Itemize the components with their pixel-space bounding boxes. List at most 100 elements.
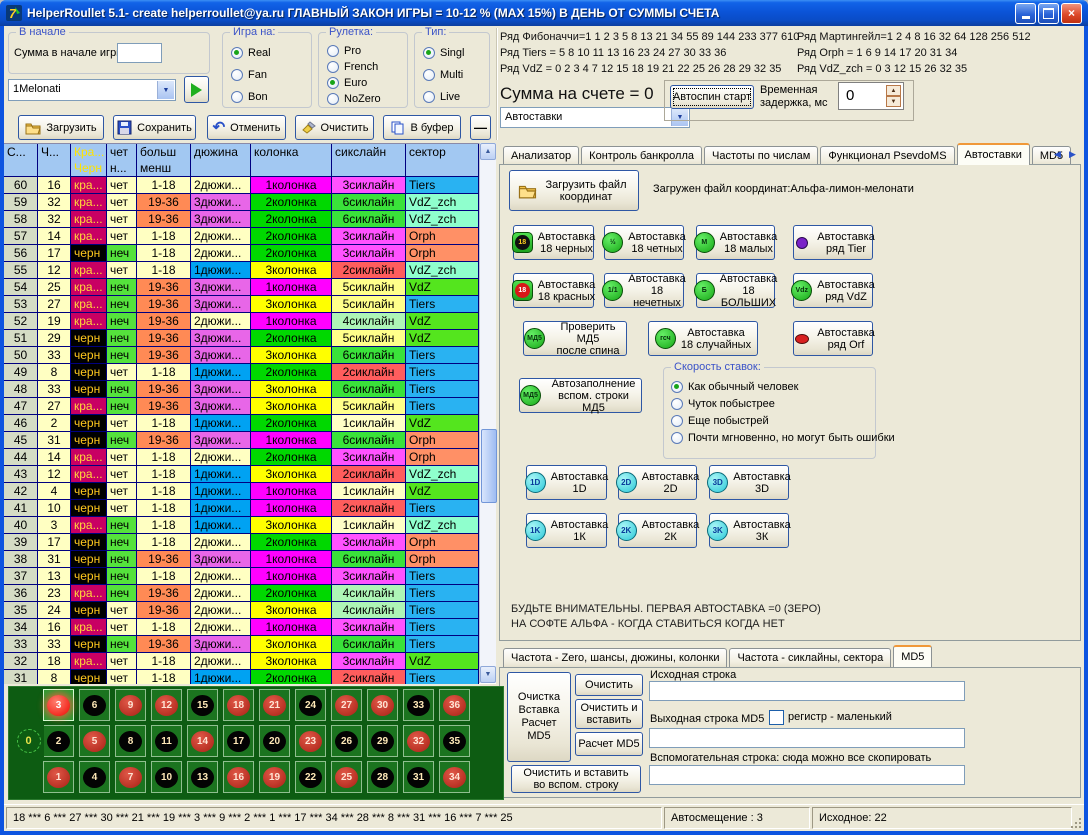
history-row[interactable]: 3333черннеч19-363дюжи...3колонка6сиклайн… (4, 636, 479, 653)
roulette-cell-34[interactable]: 34 (439, 761, 470, 793)
register-checkbox[interactable] (769, 710, 784, 725)
save-button[interactable]: Сохранить (113, 115, 196, 140)
roulette-cell-4[interactable]: 4 (79, 761, 110, 793)
radio-fan[interactable]: Fan (231, 68, 271, 82)
button-автозаполнение-вспом.-строки-мд5[interactable]: МД5Автозаполнениевспом. строки МД5 (519, 378, 642, 413)
resize-grip[interactable] (1070, 817, 1083, 830)
radio-почти-мгновенно,-но-могут-быть-ошибки[interactable]: Почти мгновенно, но могут быть ошибки (671, 431, 895, 445)
radio-nozero[interactable]: NoZero (327, 92, 381, 106)
radio-euro[interactable]: Euro (327, 76, 381, 90)
title-bar[interactable]: 7 HelperRoullet 5.1- create helperroulle… (0, 0, 1088, 26)
load-button[interactable]: Загрузить (18, 115, 104, 140)
button-автоставка-ряд-tier[interactable]: Автоставкаряд Tier (793, 225, 873, 260)
radio-live[interactable]: Live (423, 90, 464, 104)
autobets-combobox[interactable]: Автоставки ▼ (500, 107, 690, 128)
roulette-cell-8[interactable]: 8 (115, 725, 146, 757)
history-row[interactable]: 318чернчет1-181дюжи...2колонка2сиклайнTi… (4, 670, 479, 684)
radio-real[interactable]: Real (231, 46, 271, 60)
history-row[interactable]: 3524чернчет19-362дюжи...3колонка4сиклайн… (4, 602, 479, 619)
roulette-cell-30[interactable]: 30 (367, 689, 398, 721)
roulette-cell-28[interactable]: 28 (367, 761, 398, 793)
history-row[interactable]: 5327кра...неч19-363дюжи...3колонка5сикла… (4, 296, 479, 313)
tab-частота---сиклайны,-сектора[interactable]: Частота - сиклайны, сектора (729, 648, 891, 667)
history-row[interactable]: 3416кра...чет1-182дюжи...1колонка3сиклай… (4, 619, 479, 636)
md5-big-button[interactable]: Очистка Вставка Расчет MD5 (507, 672, 571, 762)
roulette-cell-27[interactable]: 27 (331, 689, 362, 721)
roulette-cell-23[interactable]: 23 (295, 725, 326, 757)
roulette-cell-16[interactable]: 16 (223, 761, 254, 793)
history-row[interactable]: 6016кра...чет1-182дюжи...1колонка3сиклай… (4, 177, 479, 194)
history-row[interactable]: 5617черннеч1-182дюжи...2колонка3сиклайнO… (4, 245, 479, 262)
roulette-cell-25[interactable]: 25 (331, 761, 362, 793)
history-row[interactable]: 4833черннеч19-363дюжи...3колонка6сиклайн… (4, 381, 479, 398)
history-row[interactable]: 462чернчет1-181дюжи...2колонка1сиклайнVd… (4, 415, 479, 432)
spin-down-icon[interactable]: ▼ (886, 96, 901, 107)
roulette-cell-31[interactable]: 31 (403, 761, 434, 793)
radio-bon[interactable]: Bon (231, 90, 271, 104)
scroll-up-icon[interactable]: ▲ (480, 143, 496, 160)
roulette-cell-29[interactable]: 29 (367, 725, 398, 757)
button-автоставка-3к[interactable]: 3KАвтоставка3К (709, 513, 789, 548)
delay-spinner[interactable]: 0 ▲ ▼ (838, 82, 904, 110)
clear-button[interactable]: Очистить (295, 115, 374, 140)
tab-функционал-psevdoms[interactable]: Функционал PsevdoMS (820, 146, 954, 165)
md5-clear-paste-button[interactable]: Очистить и вставить (575, 699, 643, 729)
md5-clear-paste-aux-button[interactable]: Очистить и вставить во вспом. строку (511, 765, 641, 793)
close-button[interactable]: × (1061, 3, 1082, 24)
roulette-cell-36[interactable]: 36 (439, 689, 470, 721)
button-автоставка-ряд-orf[interactable]: Автоставкаряд Orf (793, 321, 873, 356)
button-автоставка-18-случайных[interactable]: гсчАвтоставка18 случайных (648, 321, 758, 356)
roulette-cell-3[interactable]: 3 (43, 689, 74, 721)
button-автоставка-2к[interactable]: 2KАвтоставка2К (618, 513, 697, 548)
md5-calc-button[interactable]: Расчет MD5 (575, 732, 643, 756)
history-row[interactable]: 4727кра...неч19-363дюжи...3колонка5сикла… (4, 398, 479, 415)
autospin-start-button[interactable]: Автоспин старт (670, 85, 754, 109)
roulette-cell-10[interactable]: 10 (151, 761, 182, 793)
roulette-cell-32[interactable]: 32 (403, 725, 434, 757)
history-row[interactable]: 3218кра...чет1-182дюжи...3колонка3сиклай… (4, 653, 479, 670)
history-row[interactable]: 5512кра...чет1-181дюжи...3колонка2сиклай… (4, 262, 479, 279)
button-автоставка-18-четных[interactable]: ½Автоставка18 четных (604, 225, 684, 260)
roulette-cell-1[interactable]: 1 (43, 761, 74, 793)
roulette-cell-19[interactable]: 19 (259, 761, 290, 793)
radio-еще-побыстрей[interactable]: Еще побыстрей (671, 414, 895, 428)
roulette-cell-17[interactable]: 17 (223, 725, 254, 757)
roulette-cell-18[interactable]: 18 (223, 689, 254, 721)
md5-clear-button[interactable]: Очистить (575, 674, 643, 696)
play-button[interactable] (184, 76, 209, 103)
tab-частота---zero,-шансы,-дюжины,-колонки[interactable]: Частота - Zero, шансы, дюжины, колонки (503, 648, 727, 667)
history-row[interactable]: 3917черннеч1-182дюжи...2колонка3сиклайнO… (4, 534, 479, 551)
history-row[interactable]: 3831черннеч19-363дюжи...1колонка6сиклайн… (4, 551, 479, 568)
load-coords-button[interactable]: Загрузить файл координат (509, 170, 639, 211)
spin-up-icon[interactable]: ▲ (886, 85, 901, 96)
profile-combobox[interactable]: 1Melonati ▼ (8, 79, 176, 101)
history-row[interactable]: 5932кра...чет19-363дюжи...2колонка6сикла… (4, 194, 479, 211)
roulette-cell-7[interactable]: 7 (115, 761, 146, 793)
scroll-down-icon[interactable]: ▼ (480, 666, 496, 683)
roulette-cell-33[interactable]: 33 (403, 689, 434, 721)
history-row[interactable]: 4531черннеч19-363дюжи...1колонка6сиклайн… (4, 432, 479, 449)
start-sum-input[interactable] (117, 43, 162, 63)
radio-french[interactable]: French (327, 60, 381, 74)
roulette-cell-5[interactable]: 5 (79, 725, 110, 757)
tab-частоты-по-числам[interactable]: Частоты по числам (704, 146, 818, 165)
history-row[interactable]: 5129черннеч19-363дюжи...2колонка5сиклайн… (4, 330, 479, 347)
history-row[interactable]: 403кра...неч1-181дюжи...3колонка1сиклайн… (4, 517, 479, 534)
roulette-cell-12[interactable]: 12 (151, 689, 182, 721)
copy-to-buffer-button[interactable]: В буфер (383, 115, 461, 140)
history-row[interactable]: 4312кра...чет1-181дюжи...3колонка2сиклай… (4, 466, 479, 483)
history-row[interactable]: 424чернчет1-181дюжи...1колонка1сиклайнVd… (4, 483, 479, 500)
button-автоставка-18-нечетных[interactable]: 1/1Автоставка18 нечетных (604, 273, 684, 308)
button-автоставка-18-малых[interactable]: MАвтоставка18 малых (696, 225, 775, 260)
history-scrollbar[interactable]: ▲ ▼ (479, 143, 496, 683)
chevron-down-icon[interactable]: ▼ (157, 81, 174, 99)
roulette-cell-35[interactable]: 35 (439, 725, 470, 757)
tab-md5[interactable]: MD5 (893, 645, 932, 667)
history-row[interactable]: 3713черннеч1-182дюжи...1колонка3сиклайнT… (4, 568, 479, 585)
radio-как-обычный-человек[interactable]: Как обычный человек (671, 380, 895, 394)
tab-автоставки[interactable]: Автоставки (957, 143, 1030, 165)
roulette-cell-24[interactable]: 24 (295, 689, 326, 721)
roulette-cell-21[interactable]: 21 (259, 689, 290, 721)
tab-scroll-right-icon[interactable]: ▶ (1065, 147, 1080, 162)
radio-multi[interactable]: Multi (423, 68, 464, 82)
